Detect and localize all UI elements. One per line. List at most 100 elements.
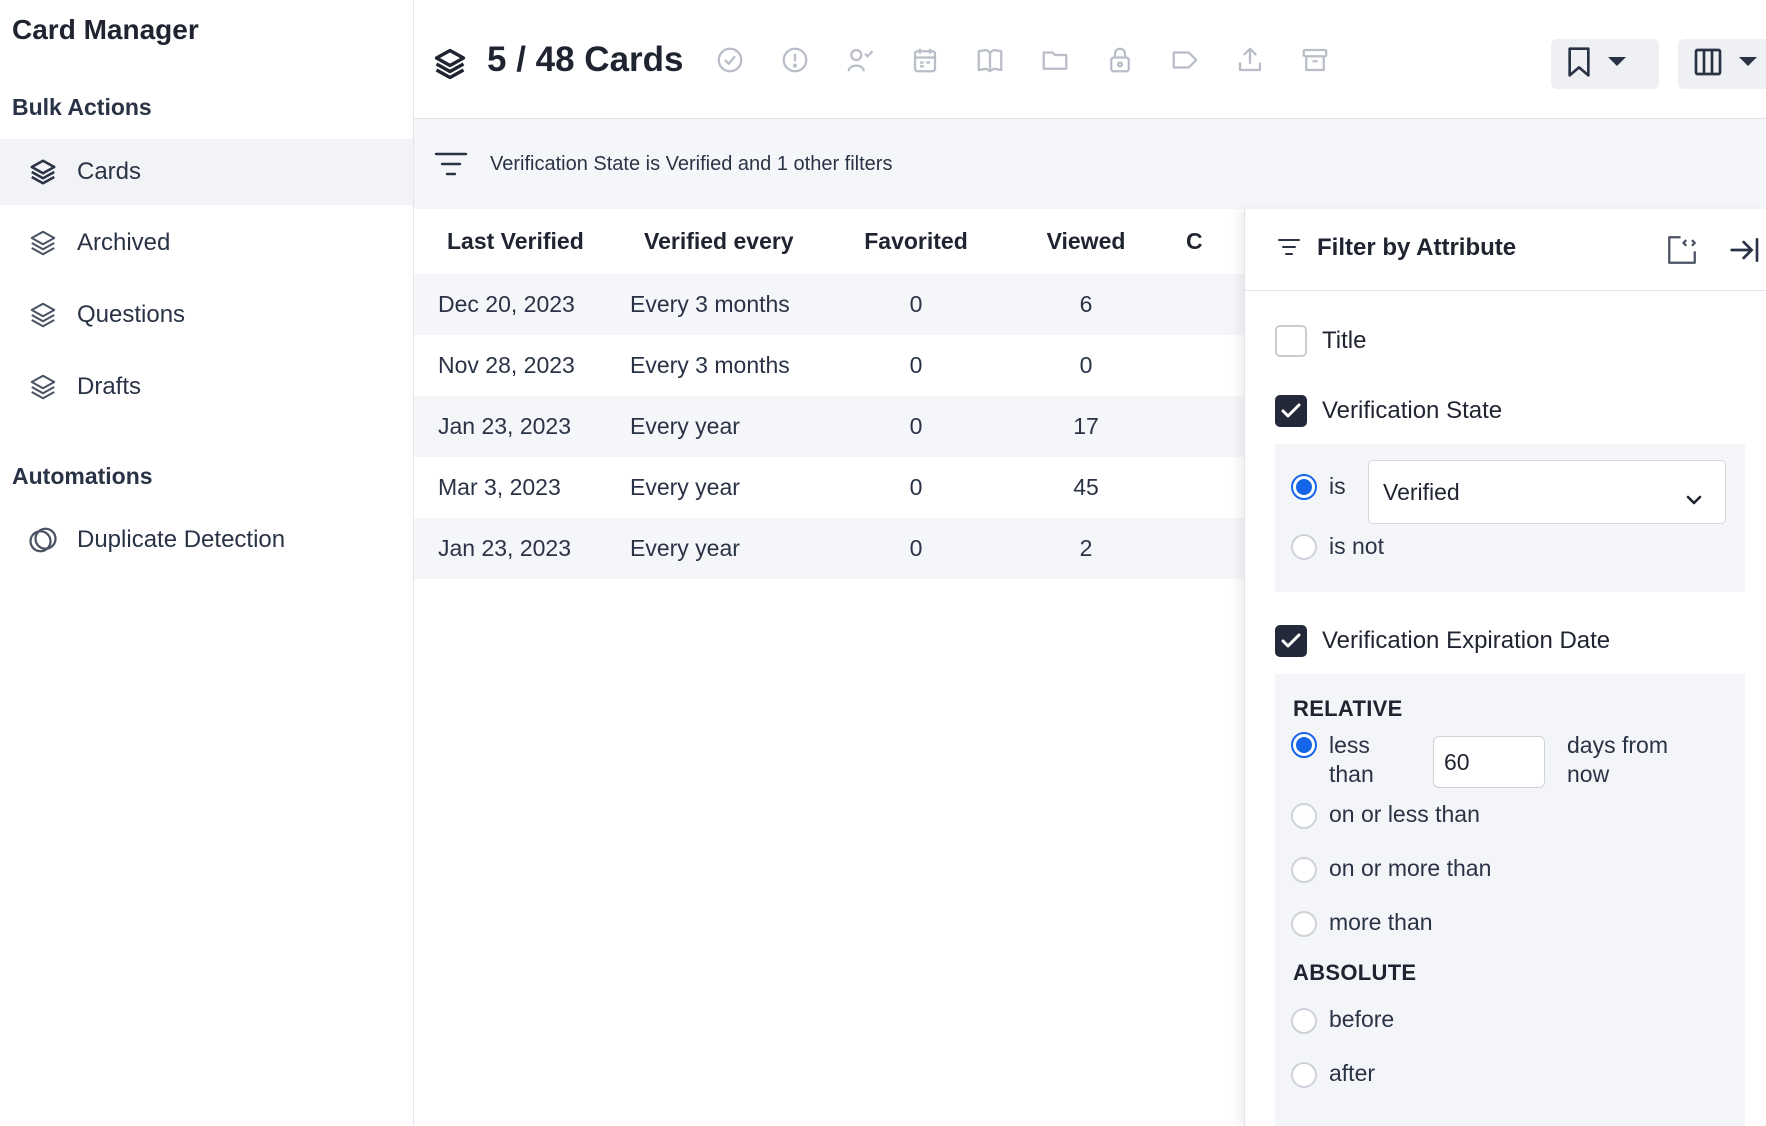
assign-user-icon[interactable] [844,44,876,76]
is-not-label: is not [1329,533,1384,559]
folder-icon[interactable] [1039,44,1071,76]
more-than-label: more than [1329,909,1433,935]
filter-icon [1277,237,1301,262]
panel-header: Filter by Attribute [1245,209,1766,291]
verification-state-select[interactable]: Verified [1368,460,1726,524]
sidebar-item-label: Drafts [77,373,142,400]
saved-views-button[interactable] [1551,39,1659,89]
days-from-label-line2: now [1567,761,1610,787]
layers-icon [28,300,58,330]
sidebar-item-label: Cards [77,158,142,185]
cell-last-verified: Jan 23, 2023 [438,413,572,439]
verification-state-filter-row[interactable]: Verification State [1275,395,1502,427]
sidebar-item-drafts[interactable]: Drafts [0,354,413,420]
sidebar: Card Manager Bulk Actions Cards Archived… [0,0,414,1126]
before-radio[interactable] [1291,1008,1317,1034]
days-from-label-line1: days from [1567,732,1668,758]
cell-favorited: 0 [909,474,923,500]
card-count: 5 / 48 Cards [487,40,684,79]
verification-state-label: Verification State [1322,397,1503,424]
column-header-truncated[interactable]: C [1170,228,1230,255]
filter-by-attribute-panel: Filter by Attribute Title Verification S… [1244,209,1766,1126]
alert-icon[interactable] [779,44,811,76]
filter-summary-text: Verification State is Verified and 1 oth… [490,153,893,175]
on-or-more-than-radio[interactable] [1291,857,1317,883]
table-header: Last Verified Verified every Favorited V… [414,209,1244,274]
on-or-less-than-label: on or less than [1329,801,1480,827]
relative-heading: RELATIVE [1293,696,1403,721]
column-header-verified-every[interactable]: Verified every [610,228,830,255]
overlap-circles-icon [28,525,58,555]
on-or-less-than-radio[interactable] [1291,803,1317,829]
sidebar-item-questions[interactable]: Questions [0,282,413,348]
filter-summary-bar[interactable]: Verification State is Verified and 1 oth… [414,119,1766,209]
automations-heading: Automations [12,463,153,489]
cell-last-verified: Nov 28, 2023 [438,352,575,378]
columns-button[interactable] [1678,39,1766,89]
cell-verified-every: Every year [630,474,740,500]
more-than-radio[interactable] [1291,911,1317,937]
verification-state-checkbox[interactable] [1275,395,1307,427]
table-row[interactable]: Mar 3, 2023 Every year 0 45 [414,457,1244,518]
chevron-down-icon [1607,55,1627,73]
title-filter-row[interactable]: Title [1275,325,1366,357]
cell-favorited: 0 [909,352,923,378]
cell-verified-every: Every 3 months [630,352,790,378]
sidebar-item-cards[interactable]: Cards [0,139,413,205]
verify-icon[interactable] [714,44,746,76]
cell-last-verified: Dec 20, 2023 [438,291,575,317]
cards-table: Last Verified Verified every Favorited V… [414,209,1244,579]
cell-verified-every: Every year [630,535,740,561]
is-not-radio[interactable] [1291,534,1317,560]
table-row[interactable]: Jan 23, 2023 Every year 0 17 [414,396,1244,457]
verification-state-options: is Verified is not [1275,444,1745,592]
lock-icon[interactable] [1104,44,1136,76]
after-label: after [1329,1060,1376,1086]
days-input[interactable] [1433,736,1545,788]
tag-icon[interactable] [1169,44,1201,76]
less-than-label-line2: than [1329,761,1374,787]
less-than-label-line1: less [1329,732,1370,758]
filter-icon[interactable] [434,150,468,183]
cell-viewed: 0 [1079,352,1093,378]
cell-favorited: 0 [909,535,923,561]
app-title: Card Manager [12,14,199,45]
column-header-viewed[interactable]: Viewed [1002,228,1170,255]
table-row[interactable]: Dec 20, 2023 Every 3 months 0 6 [414,274,1244,335]
cell-favorited: 0 [909,291,923,317]
open-in-new-icon[interactable] [1665,233,1699,272]
archive-icon[interactable] [1299,44,1331,76]
on-or-more-than-label: on or more than [1329,855,1492,881]
columns-icon [1692,46,1724,83]
sidebar-item-duplicate-detection[interactable]: Duplicate Detection [0,507,413,573]
cell-viewed: 45 [1073,474,1099,500]
chevron-down-icon [1738,55,1758,73]
title-checkbox[interactable] [1275,325,1307,357]
expiration-date-checkbox[interactable] [1275,625,1307,657]
column-header-favorited[interactable]: Favorited [830,228,1002,255]
expiration-date-filter-row[interactable]: Verification Expiration Date [1275,625,1610,657]
less-than-radio[interactable] [1291,732,1317,758]
panel-title: Filter by Attribute [1317,234,1517,261]
export-icon[interactable] [1234,44,1266,76]
header: 5 / 48 Cards [414,0,1766,119]
after-radio[interactable] [1291,1062,1317,1088]
layers-icon [28,228,58,258]
cell-viewed: 17 [1073,413,1099,439]
is-label: is [1329,473,1346,499]
table-row[interactable]: Jan 23, 2023 Every year 0 2 [414,518,1244,579]
column-header-last-verified[interactable]: Last Verified [414,228,610,255]
cell-favorited: 0 [909,413,923,439]
cell-verified-every: Every year [630,413,740,439]
absolute-heading: ABSOLUTE [1293,960,1417,985]
sidebar-item-archived[interactable]: Archived [0,210,413,276]
book-icon[interactable] [974,44,1006,76]
expiration-date-label: Verification Expiration Date [1322,627,1611,654]
table-row[interactable]: Nov 28, 2023 Every 3 months 0 0 [414,335,1244,396]
calendar-icon[interactable] [909,44,941,76]
layers-icon [28,372,58,402]
layers-icon [28,157,58,187]
collapse-panel-icon[interactable] [1729,235,1761,270]
sidebar-item-label: Questions [77,301,186,328]
is-radio[interactable] [1291,474,1317,500]
